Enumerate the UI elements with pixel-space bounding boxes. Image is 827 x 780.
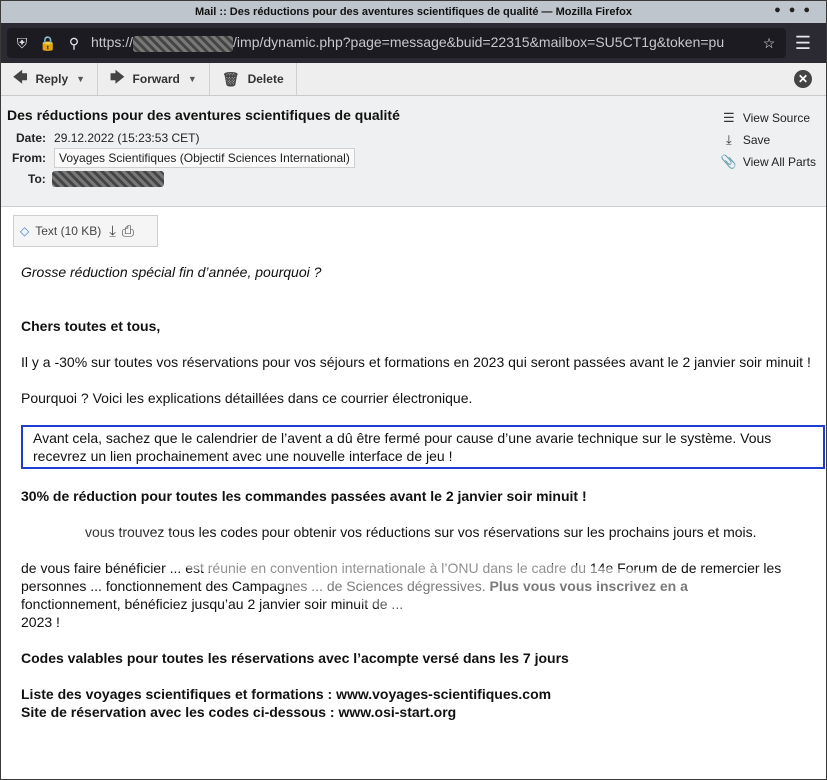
paragraph-forum-c: fonctionnement, bénéficiez jusqu’au 2 ja… [21, 596, 404, 612]
date-label: Date: [16, 131, 47, 145]
paragraph-why: Pourquoi ? Voici les explications détail… [21, 390, 473, 406]
address-bar-row: ⛨ 🔒 ⚲ https:// /imp/dynamic.php?page=mess… [1, 23, 826, 63]
download-icon: ⤓ [725, 132, 732, 147]
hamburger-menu-icon[interactable]: ☰ [786, 33, 820, 54]
permissions-icon[interactable]: ⚲ [63, 32, 85, 54]
close-icon[interactable]: ✕ [794, 70, 812, 88]
lock-icon[interactable]: 🔒 [37, 32, 59, 54]
date-value: 29.12.2022 (15:23:53 CET) [54, 131, 200, 145]
booking-site-line: Site de réservation avec les codes ci-de… [21, 704, 457, 720]
reply-label: Reply [35, 72, 69, 86]
bookmark-star-icon[interactable]: ☆ [758, 32, 780, 54]
paperclip-icon: 📎 [720, 154, 737, 169]
forward-arrow-icon: 🡆 [110, 69, 125, 85]
message-toolbar: 🡄 Reply ▼ 🡆 Forward ▼ 🗑 Delete ✕ [1, 63, 826, 96]
redacted-recipient[interactable] [51, 171, 164, 187]
message-header: Des réductions pour des aventures scient… [1, 96, 826, 207]
from-label: From: [12, 151, 46, 165]
date-row: Date: 29.12.2022 (15:23:53 CET) [16, 131, 199, 145]
reply-arrow-icon: 🡄 [13, 69, 28, 85]
paragraph-forum-d: 2023 ! [21, 614, 60, 630]
to-row: To: [28, 171, 164, 187]
attachment-label[interactable]: Text (10 KB) [35, 224, 101, 238]
browser-window: Mail :: Des réductions pour des aventure… [0, 0, 827, 780]
text-file-icon: ◇ [20, 224, 30, 238]
window-titlebar: Mail :: Des réductions pour des aventure… [1, 1, 826, 23]
address-bar[interactable]: ⛨ 🔒 ⚲ https:// /imp/dynamic.php?page=mess… [7, 28, 786, 58]
window-controls[interactable]: ●●● [774, 4, 818, 16]
to-label: To: [28, 172, 46, 186]
trips-list-line: Liste des voyages scientifiques et forma… [21, 686, 552, 702]
view-all-parts-label: View All Parts [742, 155, 816, 169]
chevron-down-icon[interactable]: ▼ [188, 74, 197, 84]
reply-button[interactable]: 🡄 Reply ▼ [1, 63, 99, 95]
shield-icon[interactable]: ⛨ [11, 32, 33, 54]
codes-heading: Codes valables pour toutes les réservati… [21, 650, 569, 666]
message-subject: Des réductions pour des aventures scient… [7, 107, 400, 123]
delete-label: Delete [247, 72, 284, 86]
window-title: Mail :: Des réductions pour des aventure… [194, 6, 633, 18]
view-source-link[interactable]: ☰ View Source [719, 107, 816, 129]
view-source-label: View Source [742, 111, 810, 125]
greeting-text: Chers toutes et tous, [21, 318, 161, 334]
paragraph-forum: de vous faire bénéficier ... est réunie … [21, 559, 811, 595]
chevron-down-icon[interactable]: ▼ [76, 74, 85, 84]
view-all-parts-link[interactable]: 📎 View All Parts [719, 151, 816, 173]
attachment-box: ◇ Text (10 KB) ⤓ ⎙ [13, 215, 158, 247]
list-icon: ☰ [723, 110, 735, 125]
intro-text: Grosse réduction spécial fin d’année, po… [21, 264, 322, 280]
from-address[interactable]: Voyages Scientifiques (Objectif Sciences… [54, 148, 355, 168]
save-link[interactable]: ⤓ Save [719, 129, 816, 151]
highlighted-paragraph: Avant cela, sachez que le calendrier de … [21, 425, 825, 469]
forward-button[interactable]: 🡆 Forward ▼ [98, 63, 210, 95]
delete-button[interactable]: 🗑 Delete [210, 63, 297, 95]
from-row: From: Voyages Scientifiques (Objectif Sc… [12, 148, 355, 168]
paragraph-codes: vous trouvez tous les codes pour obtenir… [85, 524, 757, 540]
discount-heading: 30% de réduction pour toutes les command… [21, 488, 587, 504]
redacted-domain [133, 35, 234, 52]
message-body: Grosse réduction spécial fin d’année, po… [21, 263, 825, 721]
url-prefix: https:// [91, 34, 134, 51]
trash-icon: 🗑 [221, 70, 240, 87]
save-label: Save [742, 133, 771, 147]
message-actions: ☰ View Source ⤓ Save 📎 View All Parts [719, 107, 816, 173]
url-path: /imp/dynamic.php?page=message&buid=22315… [233, 34, 725, 51]
url-text[interactable]: https:// /imp/dynamic.php?page=message&bu… [91, 34, 754, 52]
paragraph-forum-b: Plus vous vous inscrivez en a [489, 578, 688, 594]
print-icon[interactable]: ⎙ [122, 223, 134, 240]
download-icon[interactable]: ⤓ [109, 223, 116, 240]
forward-label: Forward [132, 72, 180, 86]
paragraph-discount: Il y a -30% sur toutes vos réservations … [21, 354, 811, 370]
